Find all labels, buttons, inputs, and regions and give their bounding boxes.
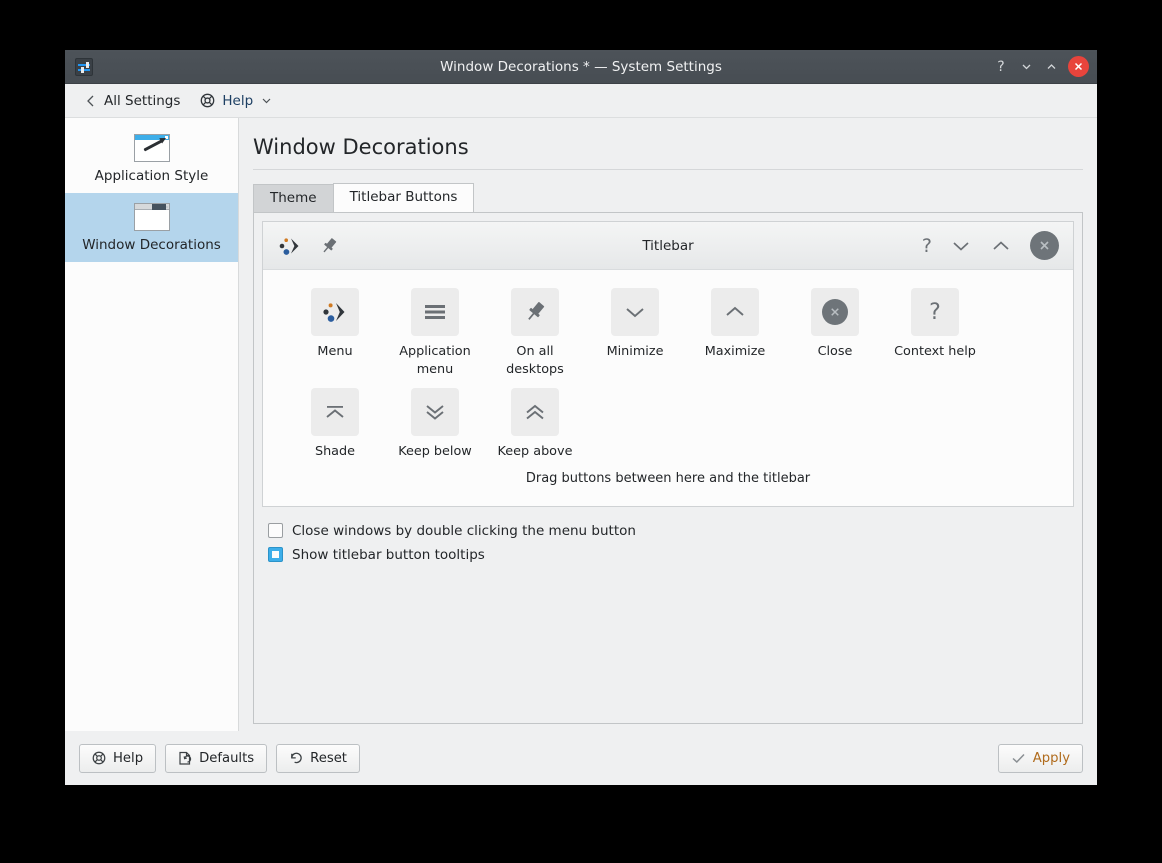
defaults-button[interactable]: Defaults bbox=[165, 743, 268, 773]
double-chevron-up-icon bbox=[511, 388, 559, 437]
double-chevron-down-icon bbox=[411, 388, 459, 437]
kde-menu-icon bbox=[311, 288, 359, 336]
pool-item-label: Menu bbox=[317, 344, 353, 359]
pool-item-keep-below[interactable]: Keep below bbox=[385, 388, 485, 461]
undo-arrow-icon bbox=[289, 751, 303, 765]
system-settings-window: Window Decorations * — System Settings ?… bbox=[65, 50, 1097, 785]
pool-item-minimize[interactable]: Minimize bbox=[585, 288, 685, 378]
pool-item-label: Close bbox=[817, 344, 853, 359]
option-label: Close windows by double clicking the men… bbox=[292, 522, 636, 539]
apply-button[interactable]: Apply bbox=[997, 743, 1083, 773]
titlebar-preview: Titlebar ? Menu Application menu On all … bbox=[262, 221, 1074, 507]
settings-content: Window Decorations Theme Titlebar Button… bbox=[239, 118, 1097, 731]
close-circle-icon bbox=[1030, 231, 1059, 260]
settings-sidebar: Application Style Window Decorations bbox=[65, 118, 239, 731]
reset-button[interactable]: Reset bbox=[276, 743, 360, 773]
pool-row: Shade Keep below Keep above bbox=[285, 388, 1051, 461]
pool-item-on-all-desktops[interactable]: On all desktops bbox=[485, 288, 585, 378]
context-help-button[interactable]: ? bbox=[990, 56, 1012, 78]
pool-item-label: Keep above bbox=[497, 444, 573, 460]
checkbox-unchecked-icon[interactable] bbox=[268, 523, 283, 539]
tab-bar: Theme Titlebar Buttons bbox=[253, 183, 1083, 212]
titlebar-buttons-panel: Titlebar ? Menu Application menu On all … bbox=[253, 212, 1083, 724]
options-group: Close windows by double clicking the men… bbox=[262, 507, 1074, 567]
window-decorations-icon bbox=[133, 203, 170, 231]
window-titlebar: Window Decorations * — System Settings ? bbox=[65, 50, 1097, 84]
pool-item-application-menu[interactable]: Application menu bbox=[385, 288, 485, 378]
maximize-button[interactable] bbox=[990, 237, 1012, 255]
help-menu-button[interactable]: Help bbox=[192, 89, 281, 113]
tab-theme[interactable]: Theme bbox=[253, 184, 334, 212]
maximize-button[interactable] bbox=[1040, 56, 1062, 78]
option-label: Show titlebar button tooltips bbox=[292, 546, 485, 563]
pool-item-label: Context help bbox=[894, 344, 976, 359]
page-title: Window Decorations bbox=[253, 132, 1083, 170]
pin-icon bbox=[511, 288, 559, 336]
close-button[interactable] bbox=[1068, 56, 1089, 77]
pool-item-label: Maximize bbox=[704, 344, 766, 359]
sidebar-item-application-style[interactable]: Application Style bbox=[65, 124, 238, 193]
window-body: Application Style Window Decorations Win… bbox=[65, 118, 1097, 731]
preview-right-buttons: ? bbox=[922, 231, 1059, 260]
sidebar-item-label: Application Style bbox=[94, 168, 209, 184]
option-close-on-double-click[interactable]: Close windows by double clicking the men… bbox=[268, 519, 1072, 543]
preview-left-buttons bbox=[277, 235, 339, 257]
checkbox-checked-icon[interactable] bbox=[268, 547, 283, 563]
app-toolbar: All Settings Help bbox=[65, 84, 1097, 118]
all-settings-label: All Settings bbox=[104, 92, 181, 109]
pool-row: Menu Application menu On all desktops Mi… bbox=[285, 288, 1051, 378]
available-buttons-pool[interactable]: Menu Application menu On all desktops Mi… bbox=[263, 270, 1073, 506]
pool-item-label: Minimize bbox=[606, 344, 664, 359]
pool-item-label: Keep below bbox=[398, 444, 472, 460]
help-button-label: Help bbox=[113, 750, 144, 766]
close-circle-icon bbox=[811, 288, 859, 336]
settings-sliders-icon bbox=[75, 57, 93, 76]
application-style-icon bbox=[133, 134, 170, 162]
context-help-button[interactable]: ? bbox=[922, 235, 932, 257]
help-label: Help bbox=[222, 92, 254, 109]
lifebuoy-icon bbox=[200, 93, 215, 108]
chevron-down-icon bbox=[260, 94, 273, 107]
pool-item-context-help[interactable]: ? Context help bbox=[885, 288, 985, 378]
tab-titlebar-buttons[interactable]: Titlebar Buttons bbox=[332, 183, 475, 212]
minimize-button[interactable] bbox=[1015, 56, 1037, 78]
sidebar-item-window-decorations[interactable]: Window Decorations bbox=[65, 193, 238, 262]
lifebuoy-icon bbox=[92, 751, 106, 765]
pool-item-label: Application menu bbox=[399, 344, 471, 377]
close-button[interactable] bbox=[1030, 231, 1059, 260]
chevron-left-icon bbox=[85, 94, 97, 108]
defaults-button-label: Defaults bbox=[199, 750, 255, 766]
apply-button-label: Apply bbox=[1032, 750, 1070, 766]
shade-icon bbox=[311, 388, 359, 437]
minimize-button[interactable] bbox=[950, 237, 972, 255]
pool-item-shade[interactable]: Shade bbox=[285, 388, 385, 461]
sidebar-item-label: Window Decorations bbox=[82, 237, 221, 253]
pool-item-label: On all desktops bbox=[506, 344, 564, 377]
dialog-button-bar: Help Defaults Reset Apply bbox=[65, 731, 1097, 785]
help-button[interactable]: Help bbox=[79, 743, 157, 773]
pool-item-label: Shade bbox=[314, 444, 356, 460]
checkmark-icon bbox=[1011, 752, 1026, 765]
pool-item-menu[interactable]: Menu bbox=[285, 288, 385, 378]
option-show-tooltips[interactable]: Show titlebar button tooltips bbox=[268, 543, 1072, 567]
window-title: Window Decorations * — System Settings bbox=[440, 58, 722, 75]
pool-item-keep-above[interactable]: Keep above bbox=[485, 388, 585, 461]
all-settings-button[interactable]: All Settings bbox=[77, 89, 188, 113]
menu-button[interactable] bbox=[277, 235, 303, 257]
hamburger-icon bbox=[411, 288, 459, 336]
reset-button-label: Reset bbox=[310, 750, 347, 766]
pool-item-maximize[interactable]: Maximize bbox=[685, 288, 785, 378]
pool-item-close[interactable]: Close bbox=[785, 288, 885, 378]
question-mark-icon: ? bbox=[911, 288, 959, 336]
chevron-up-icon bbox=[711, 288, 759, 336]
preview-titlebar: Titlebar ? bbox=[263, 222, 1073, 270]
window-controls: ? bbox=[990, 56, 1089, 78]
document-revert-icon bbox=[178, 751, 192, 766]
on-all-desktops-button[interactable] bbox=[319, 236, 339, 256]
drag-hint-text: Drag buttons between here and the titleb… bbox=[525, 470, 811, 486]
chevron-down-icon bbox=[611, 288, 659, 336]
